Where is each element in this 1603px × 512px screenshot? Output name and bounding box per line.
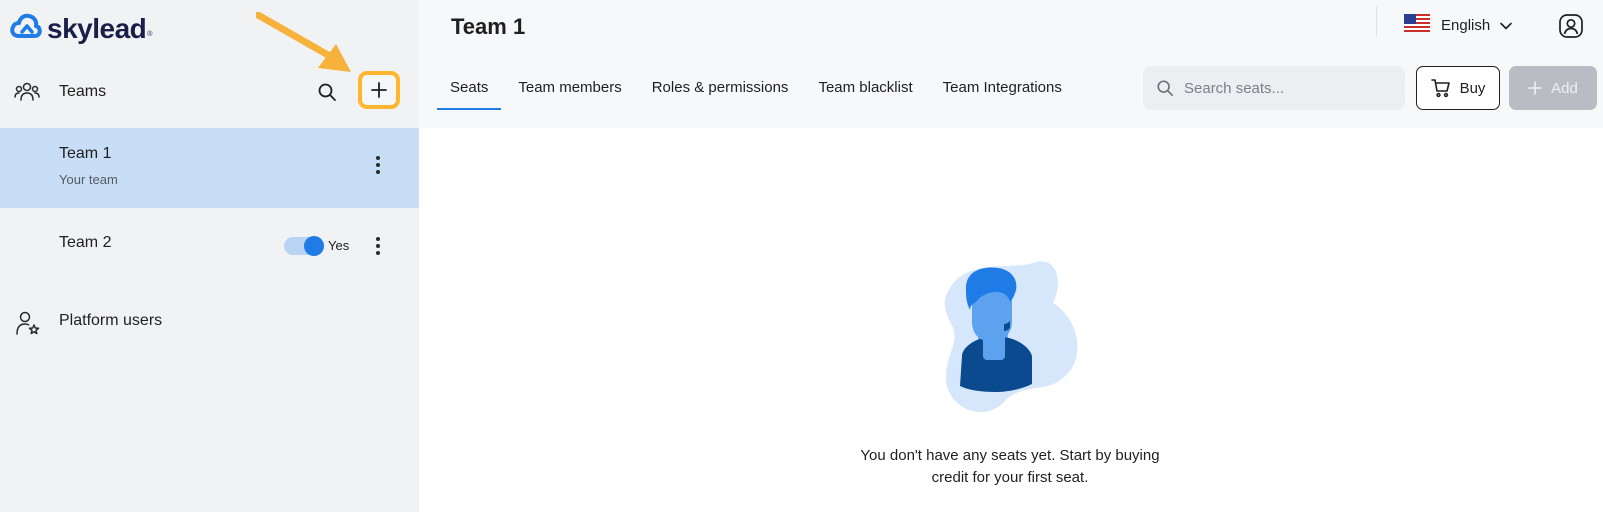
empty-state-message: You don't have any seats yet. Start by b… (820, 445, 1200, 489)
buy-label: Buy (1459, 79, 1486, 97)
team-subtitle: Your team (59, 172, 118, 187)
search-teams-button[interactable] (313, 78, 341, 106)
platform-users-item[interactable]: Platform users (0, 300, 419, 344)
plus-icon (1528, 81, 1542, 95)
page-title: Team 1 (451, 14, 526, 39)
page-header: Team 1 English Seats Team members Roles … (419, 0, 1603, 128)
user-star-icon (15, 310, 41, 343)
search-seats-box (1143, 66, 1405, 110)
search-seats-input[interactable] (1184, 79, 1394, 97)
buy-button[interactable]: Buy (1416, 66, 1500, 110)
team-item[interactable]: Team 2 Yes (0, 208, 419, 288)
tab-team-integrations[interactable]: Team Integrations (930, 72, 1075, 110)
empty-seats-illustration (944, 261, 1078, 412)
teams-section-header: Teams (0, 70, 419, 114)
add-team-button[interactable] (358, 71, 400, 109)
teams-icon (14, 79, 40, 110)
toggle-label: Yes (328, 238, 350, 253)
logo-text: skylead (47, 12, 147, 44)
team-more-options-icon[interactable] (370, 234, 386, 258)
team-name: Team 1 (59, 145, 112, 162)
header-divider (1376, 6, 1377, 36)
team-item[interactable]: Team 1 Your team (0, 128, 419, 208)
tab-roles-permissions[interactable]: Roles & permissions (639, 72, 802, 110)
sidebar: skylead ® Teams Team 1 Your team Team 2 … (0, 0, 419, 512)
platform-users-label: Platform users (59, 312, 163, 329)
team-more-options-icon[interactable] (370, 153, 386, 177)
add-label: Add (1551, 79, 1578, 97)
cart-icon (1430, 79, 1450, 98)
toggle-knob (304, 236, 324, 256)
language-selector[interactable]: English (1404, 14, 1513, 37)
user-profile-icon (1559, 14, 1583, 38)
us-flag-icon (1404, 14, 1430, 37)
search-icon (318, 83, 336, 101)
search-icon (1157, 80, 1174, 97)
empty-state-line-2: credit for your first seat. (931, 469, 1089, 486)
team-name: Team 2 (59, 234, 112, 251)
language-label: English (1441, 17, 1491, 34)
chevron-down-icon (1500, 22, 1513, 29)
profile-button[interactable] (1558, 13, 1584, 44)
tab-team-blacklist[interactable]: Team blacklist (805, 72, 925, 110)
plus-icon (371, 82, 387, 98)
cloud-logo-icon (10, 12, 42, 45)
annotation-arrow-icon (256, 12, 351, 72)
tab-team-members[interactable]: Team members (505, 72, 634, 110)
registered-mark: ® (147, 31, 153, 38)
empty-state-line-1: You don't have any seats yet. Start by b… (860, 447, 1160, 464)
teams-label: Teams (59, 83, 107, 100)
tab-seats[interactable]: Seats (437, 72, 502, 110)
add-seat-button[interactable]: Add (1509, 66, 1597, 110)
tab-bar: Seats Team members Roles & permissions T… (437, 72, 1079, 110)
logo[interactable]: skylead ® (10, 12, 152, 45)
team-toggle[interactable] (284, 236, 324, 256)
